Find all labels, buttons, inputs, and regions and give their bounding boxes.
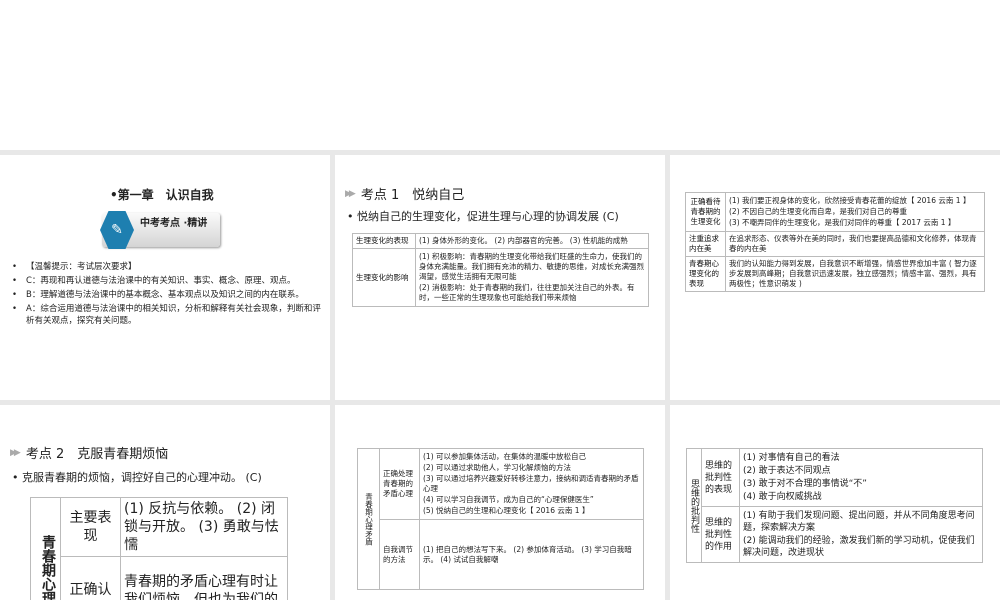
arrow-icon: ▶▶	[345, 188, 356, 199]
table-row: 注重追求内在美 在追求形态、仪表等外在美的同时，我们也要提高品德和文化修养，体现青…	[685, 231, 985, 257]
table-row: 青春期心理 主要表现 (1) 反抗与依赖。 (2) 闭锁与开放。 (3) 勇敢与怯懦	[30, 497, 288, 600]
table-row: 生理变化的表现 (1) 身体外形的变化。 (2) 内部器官的完善。 (3) 性机能…	[352, 233, 649, 249]
chapter-title: •第一章 认识自我	[110, 188, 214, 202]
content-table: 思维的批判性 思维的批判性的表现 (1) 对事情有自己的看法 (2) 敢于表达不同观点…	[686, 448, 983, 563]
slide-1[interactable]: •第一章 认识自我 ✎ 中考考点 ·精讲 【温馨提示：考试层次要求】 C：再现和…	[0, 155, 330, 400]
content-table: 正确看待青春期的生理变化 (1) 我们要正视身体的变化，欣然接受青春花蕾的绽放【 …	[685, 192, 985, 292]
arrow-icon: ▶▶	[10, 447, 21, 458]
list-item: B：理解道德与法治课中的基本概念、基本观点以及知识之间的内在联系。	[12, 289, 322, 301]
list-item: A：综合运用道德与法治课中的相关知识，分析和解释有关社会现象，判断和评析有关观点…	[12, 303, 322, 327]
slide-6[interactable]: 思维的批判性 思维的批判性的表现 (1) 对事情有自己的看法 (2) 敢于表达不同观点…	[670, 405, 1000, 600]
row-label: 正确认识青春	[60, 556, 121, 600]
subtitle: 克服青春期的烦恼，调控好自己的心理冲动。 (C)	[12, 469, 262, 485]
slide-title: ▶▶ 考点 2 克服青春期烦恼	[10, 447, 169, 462]
slide-5[interactable]: 青春期心理矛盾 正确处理青春期的矛盾心理 (1) 可以参加集体活动，在集体的温暖中放…	[335, 405, 665, 600]
table-row: 生理变化的影响 (1) 积极影响：青春期的生理变化带给我们旺盛的生命力，使我们的身…	[352, 248, 649, 307]
content-table: 生理变化的表现 (1) 身体外形的变化。 (2) 内部器官的完善。 (3) 性机能…	[352, 233, 649, 307]
slide-3[interactable]: 正确看待青春期的生理变化 (1) 我们要正视身体的变化，欣然接受青春花蕾的绽放【 …	[670, 155, 1000, 400]
table-row: 正确看待青春期的生理变化 (1) 我们要正视身体的变化，欣然接受青春花蕾的绽放【 …	[685, 192, 985, 232]
content-table: 青春期心理 主要表现 (1) 反抗与依赖。 (2) 闭锁与开放。 (3) 勇敢与怯懦…	[30, 497, 288, 600]
table-row: 思维的批判性 思维的批判性的表现 (1) 对事情有自己的看法 (2) 敢于表达不同观点…	[686, 448, 983, 563]
requirement-list: 【温馨提示：考试层次要求】 C：再现和再认道德与法治课中的有关知识、事实、概念、…	[12, 261, 322, 329]
slide-previous[interactable]	[0, 0, 1000, 150]
table-row: 青春期心理变化的表现 我们的认知能力得到发展，自我意识不断增强，情感世界愈加丰富 …	[685, 256, 985, 292]
document-icon: ✎	[100, 211, 134, 249]
table-row: 青春期心理矛盾 正确处理青春期的矛盾心理 (1) 可以参加集体活动，在集体的温暖中放…	[357, 448, 644, 590]
table-row: 自我调节的方法 (1) 把自己的想法写下来。 (2) 参加体育活动。 (3) 学习…	[358, 519, 644, 590]
content-table: 青春期心理矛盾 正确处理青春期的矛盾心理 (1) 可以参加集体活动，在集体的温暖中放…	[357, 448, 644, 590]
table-row: 正确认识青春青春期的矛盾心理有时让我们烦恼，但也为我们的成长提供了契机，积极面	[31, 556, 288, 600]
slide-2[interactable]: ▶▶考点 1 悦纳自己 悦纳自己的生理变化，促进生理与心理的协调发展 (C) 生…	[335, 155, 665, 400]
list-item: 【温馨提示：考试层次要求】	[12, 261, 322, 273]
slide-4[interactable]: ▶▶考点 2 克服青春期烦恼 克服青春期的烦恼，调控好自己的心理冲动。 (C) …	[0, 405, 330, 600]
slide-title: ▶▶ 考点 1 悦纳自己	[345, 188, 465, 203]
section-badge: ✎ 中考考点 ·精讲	[100, 211, 220, 249]
subtitle: 悦纳自己的生理变化，促进生理与心理的协调发展 (C)	[347, 208, 619, 224]
table-row: 思维的批判性的作用 (1) 有助于我们发现问题、提出问题，并从不同角度思考问题，探…	[687, 506, 983, 563]
list-item: C：再现和再认道德与法治课中的有关知识、事实、概念、原理、观点。	[12, 275, 322, 287]
